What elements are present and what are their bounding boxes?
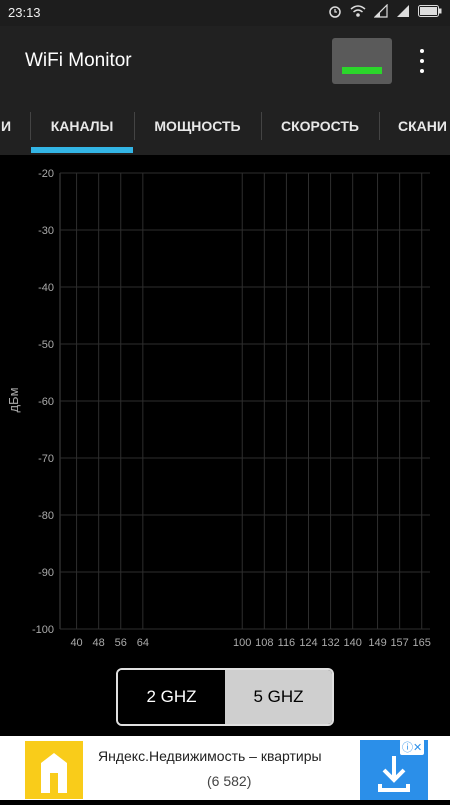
y-tick-label: -60: [38, 396, 54, 408]
band-2ghz-button[interactable]: 2 GHZ: [118, 670, 225, 724]
tab-partial-left[interactable]: И: [0, 98, 16, 155]
signal-icon-2: [397, 5, 409, 17]
ad-title: Яндекс.Недвижимость – квартиры: [98, 748, 322, 764]
status-icons: [328, 4, 442, 18]
status-bar: 23:13: [0, 0, 450, 26]
x-tick-label: 165: [413, 637, 431, 649]
overflow-menu-icon[interactable]: [414, 46, 430, 76]
x-tick-label: 157: [390, 637, 408, 649]
app-bar: WiFi Monitor: [0, 26, 450, 98]
tab-indicator: [31, 147, 133, 153]
x-tick-label: 56: [115, 637, 127, 649]
battery-icon: [418, 5, 442, 17]
wifi-icon: [350, 5, 366, 17]
ad-info-icon[interactable]: ⓘ✕: [400, 739, 425, 755]
x-tick-label: 40: [70, 637, 82, 649]
band-toggle: 2 GHZ 5 GHZ: [116, 668, 334, 726]
ad-app-logo: [25, 741, 83, 799]
y-axis-label: дБм: [6, 387, 21, 412]
y-tick-label: -70: [38, 453, 54, 465]
x-tick-label: 108: [255, 637, 273, 649]
channel-chart: -20 -30 -40 -50 -60 -70 -80 -90 -100 40 48 56 64 100…: [6, 168, 431, 649]
x-tick-label: 100: [233, 637, 251, 649]
x-tick-label: 124: [299, 637, 317, 649]
tab-power[interactable]: МОЩНОСТЬ: [135, 98, 260, 155]
app-title: WiFi Monitor: [25, 50, 132, 71]
y-tick-label: -20: [38, 168, 54, 180]
signal-monitor-button[interactable]: [332, 38, 392, 84]
tab-scan[interactable]: СКАНИ: [380, 98, 450, 155]
status-time: 23:13: [8, 5, 41, 20]
yandex-realty-icon: [41, 753, 67, 793]
signal-icon: [374, 4, 388, 18]
y-tick-labels: -20 -30 -40 -50 -60 -70 -80 -90 -100: [32, 168, 54, 636]
alarm-icon: [329, 6, 341, 18]
y-tick-label: -80: [38, 510, 54, 522]
y-tick-label: -40: [38, 282, 54, 294]
x-tick-label: 149: [368, 637, 386, 649]
x-tick-label: 132: [321, 637, 339, 649]
y-tick-label: -90: [38, 567, 54, 579]
x-tick-label: 116: [278, 637, 296, 649]
ad-banner[interactable]: Яндекс.Недвижимость – квартиры (6 582) ⓘ…: [0, 736, 450, 800]
tab-speed[interactable]: СКОРОСТЬ: [262, 98, 378, 155]
x-tick-label: 140: [344, 637, 362, 649]
y-tick-label: -50: [38, 339, 54, 351]
grid-horizontal: [60, 172, 430, 630]
x-tick-labels: 40 48 56 64 100 108 116 124 132 140 149 157 165: [70, 637, 430, 649]
y-tick-label: -30: [38, 225, 54, 237]
ad-rating-count: (6 582): [207, 773, 252, 789]
x-tick-label: 64: [137, 637, 149, 649]
x-tick-label: 48: [93, 637, 105, 649]
band-5ghz-button[interactable]: 5 GHZ: [225, 670, 332, 724]
y-tick-label: -100: [32, 624, 54, 636]
signal-level-bar: [342, 67, 382, 74]
